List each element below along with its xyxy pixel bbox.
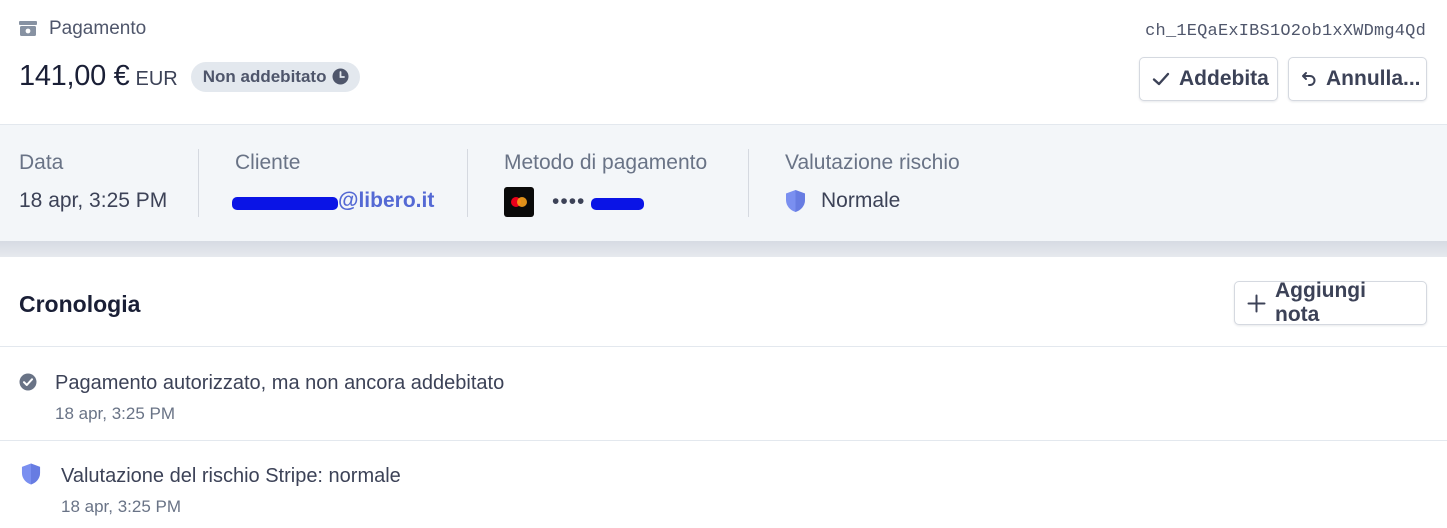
payment-method-value[interactable]: •••• <box>504 187 645 217</box>
divider <box>467 149 468 217</box>
mastercard-icon <box>504 187 534 217</box>
risk-value: Normale <box>821 189 901 212</box>
payment-icon <box>19 21 37 37</box>
risk-value-row[interactable]: Normale <box>785 189 900 213</box>
risk-label: Valutazione rischio <box>785 151 960 174</box>
timeline-event: Valutazione del rischio Stripe: normale … <box>0 442 1447 528</box>
currency: EUR <box>135 68 178 90</box>
checkmark-icon <box>1152 72 1170 86</box>
divider <box>198 149 199 217</box>
event-text: Valutazione del rischio Stripe: normale <box>61 465 401 487</box>
card-mask: •••• <box>552 190 586 213</box>
payment-summary: Data 18 apr, 3:25 PM Cliente @libero.it … <box>0 124 1447 241</box>
timeline-event: Pagamento autorizzato, ma non ancora add… <box>0 348 1447 441</box>
clock-icon <box>332 68 349 85</box>
object-kind-label: Pagamento <box>49 18 147 39</box>
payment-header: Pagamento ch_1EQaExIBS1O2ob1xXWDmg4Qd 14… <box>0 0 1447 124</box>
payment-method-label: Metodo di pagamento <box>504 151 708 174</box>
shield-icon <box>786 190 805 212</box>
plus-icon <box>1247 294 1266 312</box>
event-time: 18 apr, 3:25 PM <box>55 404 176 423</box>
status-badge: Non addebitato <box>190 61 361 92</box>
undo-arrow-icon <box>1302 72 1316 86</box>
status-badge-label: Non addebitato <box>202 66 327 86</box>
charge-button[interactable]: Addebita <box>1139 57 1278 101</box>
section-separator <box>0 241 1447 257</box>
cancel-button-label: Annulla... <box>1326 67 1421 90</box>
divider <box>748 149 749 217</box>
customer-email[interactable]: @libero.it <box>338 189 434 213</box>
payment-method-field: Metodo di pagamento •••• <box>504 151 708 217</box>
timeline-header: Cronologia Aggiungi nota <box>0 257 1447 347</box>
redaction-mark <box>591 198 645 210</box>
event-time: 18 apr, 3:25 PM <box>61 497 182 516</box>
amount: 141,00 € <box>19 60 130 92</box>
customer-field: Cliente @libero.it <box>232 151 434 212</box>
redaction-mark <box>232 196 338 210</box>
check-circle-icon <box>19 373 37 396</box>
add-note-button[interactable]: Aggiungi nota <box>1234 279 1427 326</box>
timeline-title: Cronologia <box>19 291 141 317</box>
customer-label: Cliente <box>235 151 301 174</box>
date-label: Data <box>19 151 64 174</box>
risk-field: Valutazione rischio Normale <box>785 151 960 212</box>
date-value: 18 apr, 3:25 PM <box>19 189 168 212</box>
customer-email-link[interactable]: @libero.it <box>232 189 434 213</box>
add-note-button-label: Aggiungi nota <box>1275 279 1366 326</box>
shield-icon <box>21 462 41 491</box>
charge-id[interactable]: ch_1EQaExIBS1O2ob1xXWDmg4Qd <box>1145 22 1426 41</box>
cancel-button[interactable]: Annulla... <box>1288 57 1427 101</box>
date-field: Data 18 apr, 3:25 PM <box>19 151 167 212</box>
event-text: Pagamento autorizzato, ma non ancora add… <box>55 372 505 394</box>
charge-button-label: Addebita <box>1179 67 1269 90</box>
amount-row: 141,00 € EUR Non addebitato <box>19 60 361 93</box>
object-kind: Pagamento <box>19 18 146 40</box>
